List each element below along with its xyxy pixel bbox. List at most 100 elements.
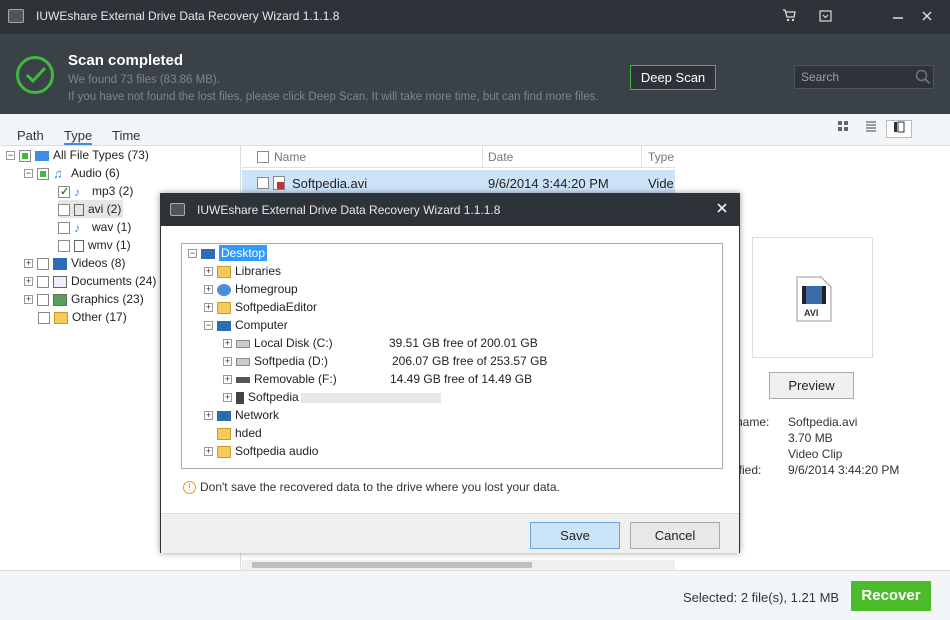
cart-icon[interactable]	[776, 6, 802, 28]
folder-item-network[interactable]: + Network	[204, 406, 279, 424]
search-input[interactable]: Search	[794, 65, 934, 89]
tree-item-graphics[interactable]: + Graphics (23)	[24, 290, 144, 308]
folder-label: Homegroup	[235, 282, 298, 296]
folder-item-softpediaeditor[interactable]: + SoftpediaEditor	[204, 298, 317, 316]
folder-item-homegroup[interactable]: + Homegroup	[204, 280, 298, 298]
menu-icon[interactable]	[812, 6, 838, 28]
tree-item-documents[interactable]: + Documents (24)	[24, 272, 156, 290]
tree-label: Graphics (23)	[71, 292, 144, 306]
checkbox[interactable]	[37, 275, 49, 288]
scan-found-text: We found 73 files (83.86 MB).	[68, 74, 220, 86]
checkbox[interactable]	[37, 257, 49, 270]
column-date[interactable]: Date	[488, 150, 513, 164]
expand-icon[interactable]: +	[204, 267, 213, 277]
folder-label: Removable (F:)	[254, 372, 337, 386]
thumbnail-view-icon[interactable]	[830, 120, 856, 138]
folder-item-drive-c[interactable]: + Local Disk (C:)	[223, 334, 333, 352]
expand-icon[interactable]: +	[204, 285, 213, 295]
close-icon[interactable]	[914, 6, 940, 28]
tab-time[interactable]: Time	[112, 128, 140, 143]
folder-item-libraries[interactable]: + Libraries	[204, 262, 281, 280]
expand-icon[interactable]: +	[204, 411, 213, 421]
tree-item-videos[interactable]: + Videos (8)	[24, 254, 125, 272]
expand-icon[interactable]: +	[204, 447, 213, 457]
cancel-button[interactable]: Cancel	[630, 522, 720, 549]
deep-scan-button[interactable]: Deep Scan	[630, 65, 716, 90]
collapse-icon[interactable]: −	[188, 249, 197, 259]
recover-button[interactable]: Recover	[851, 581, 931, 611]
column-name[interactable]: Name	[274, 150, 306, 164]
tree-label: wav (1)	[92, 220, 132, 234]
folder-label: SoftpediaEditor	[235, 300, 318, 314]
tree-item-wav[interactable]: ♪ wav (1)	[58, 218, 131, 236]
folder-item-softpedia-audio[interactable]: + Softpedia audio	[204, 442, 318, 460]
audio-file-icon: ♪	[74, 184, 80, 199]
collapse-icon[interactable]: −	[204, 321, 213, 331]
desktop-icon	[201, 248, 215, 259]
checkbox[interactable]	[19, 149, 31, 162]
expand-icon[interactable]: +	[223, 339, 232, 349]
tree-label: mp3 (2)	[92, 184, 134, 198]
tree-label: Audio (6)	[71, 166, 120, 180]
tree-label: Documents (24)	[71, 274, 157, 288]
tree-item-mp3[interactable]: ♪ mp3 (2)	[58, 182, 134, 201]
checkbox[interactable]	[37, 167, 49, 180]
checkbox[interactable]	[58, 183, 70, 201]
user-folder-icon	[217, 301, 231, 314]
tab-path[interactable]: Path	[17, 128, 44, 143]
tree-item-all[interactable]: − All File Types (73)	[6, 146, 149, 164]
music-icon: ♫	[53, 165, 63, 181]
folder-item-phone[interactable]: + Softpedia	[223, 388, 441, 406]
save-button[interactable]: Save	[530, 522, 620, 549]
drive-c-space: 39.51 GB free of 200.01 GB	[389, 336, 538, 350]
dialog-footer: Save Cancel	[161, 513, 739, 553]
tree-item-wmv[interactable]: wmv (1)	[58, 236, 131, 254]
folder-item-drive-d[interactable]: + Softpedia (D:)	[223, 352, 328, 370]
horizontal-scrollbar[interactable]	[242, 560, 675, 570]
search-icon[interactable]	[915, 69, 931, 85]
app-icon	[170, 203, 185, 216]
checkbox[interactable]	[58, 203, 70, 216]
folder-item-desktop[interactable]: − Desktop	[188, 244, 268, 262]
avi-file-icon	[273, 176, 285, 190]
minimize-icon[interactable]	[885, 6, 911, 28]
collapse-icon[interactable]: −	[24, 169, 33, 179]
tree-item-avi[interactable]: avi (2)	[58, 200, 124, 218]
collapse-icon[interactable]: −	[6, 151, 15, 161]
folder-item-computer[interactable]: − Computer	[204, 316, 288, 334]
preview-button[interactable]: Preview	[769, 372, 854, 399]
document-icon	[53, 275, 67, 288]
file-list-header: Name Date Type	[242, 146, 675, 168]
folder-tree: − Desktop + Libraries + Homegroup + Softpedi…	[181, 243, 723, 469]
checkbox[interactable]	[58, 221, 70, 234]
checkbox[interactable]	[38, 311, 50, 324]
detail-view-icon[interactable]	[886, 120, 912, 138]
row-checkbox[interactable]	[257, 177, 269, 189]
folder-item-drive-f[interactable]: + Removable (F:)	[223, 370, 337, 388]
dialog-close-icon[interactable]	[716, 201, 728, 218]
select-all-checkbox[interactable]	[257, 151, 269, 163]
expand-icon[interactable]: +	[204, 303, 213, 313]
selection-status: Selected: 2 file(s), 1.21 MB	[683, 590, 840, 605]
folder-item-hded[interactable]: hded	[217, 424, 262, 442]
film-icon	[53, 257, 67, 270]
tree-item-other[interactable]: Other (17)	[38, 308, 127, 326]
detail-value-name: Softpedia.avi	[788, 415, 858, 429]
expand-icon[interactable]: +	[24, 259, 33, 269]
preview-thumbnail: AVI	[752, 237, 873, 358]
drive-d-space: 206.07 GB free of 253.57 GB	[392, 354, 548, 368]
column-type[interactable]: Type	[648, 150, 674, 164]
tab-type[interactable]: Type	[64, 128, 93, 145]
tree-item-audio[interactable]: − ♫ Audio (6)	[24, 164, 120, 182]
network-icon	[217, 410, 231, 421]
expand-icon[interactable]: +	[223, 375, 232, 385]
checkbox[interactable]	[58, 239, 70, 252]
expand-icon[interactable]: +	[24, 277, 33, 287]
expand-icon[interactable]: +	[223, 357, 232, 367]
checkbox[interactable]	[37, 293, 49, 306]
expand-icon[interactable]: +	[24, 295, 33, 305]
folder-icon	[217, 427, 231, 440]
list-view-icon[interactable]	[858, 120, 884, 138]
scrollbar-thumb[interactable]	[252, 562, 532, 568]
expand-icon[interactable]: +	[223, 393, 232, 403]
